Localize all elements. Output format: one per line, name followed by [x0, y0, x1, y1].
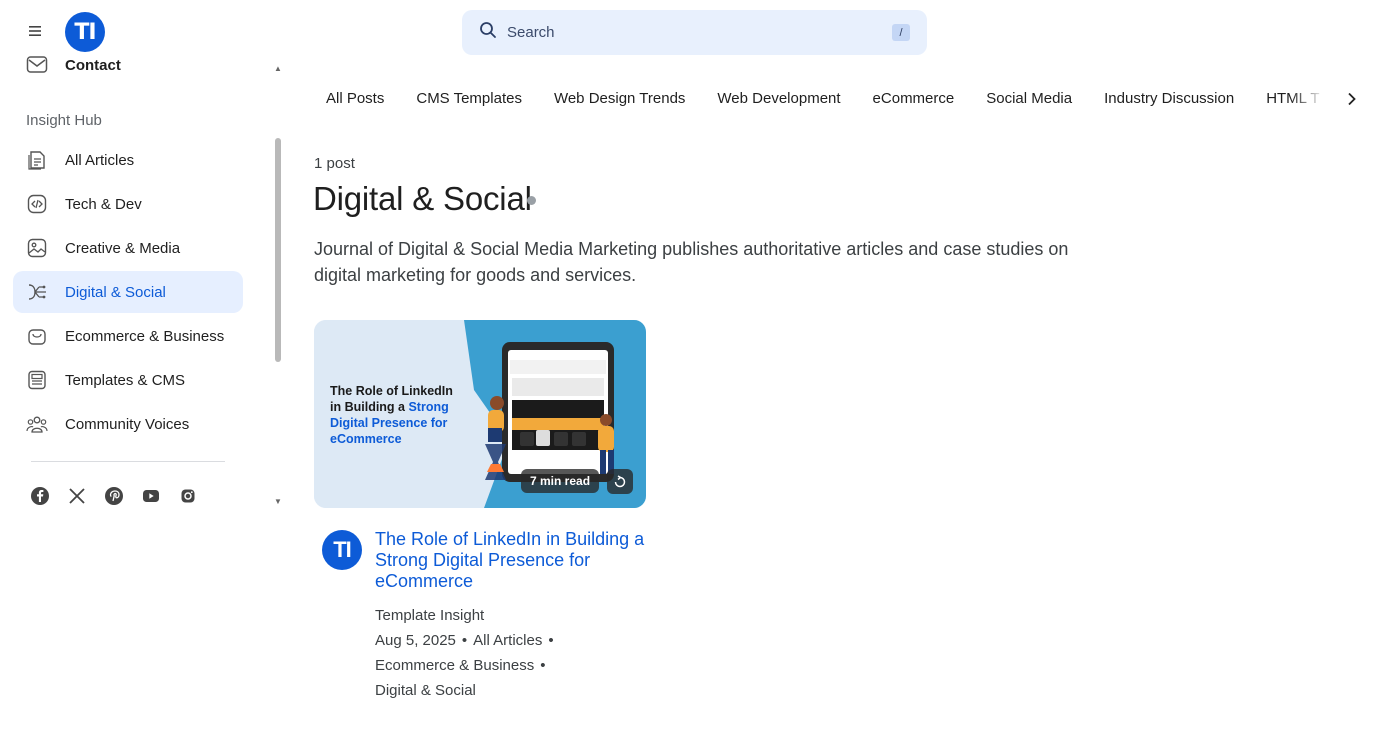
- replay-icon[interactable]: [607, 469, 633, 494]
- post-title-link[interactable]: The Role of LinkedIn in Building a Stron…: [375, 529, 645, 592]
- youtube-icon[interactable]: [140, 485, 162, 507]
- section-heading: Insight Hub: [26, 112, 102, 129]
- logo-text: TI: [74, 19, 96, 45]
- articles-icon: [26, 149, 48, 171]
- sidebar-item-label: Tech & Dev: [65, 195, 142, 213]
- thumbnail-title-line-3: Digital Presence for: [330, 416, 448, 430]
- search-input[interactable]: Search /: [462, 10, 927, 55]
- sidebar-item-label: Digital & Social: [65, 283, 166, 301]
- network-icon: [26, 281, 48, 303]
- search-placeholder: Search: [507, 24, 555, 41]
- post-category-link[interactable]: Digital & Social: [375, 682, 476, 699]
- bag-icon: [26, 325, 48, 347]
- x-icon[interactable]: [66, 485, 88, 507]
- sidebar-item-tech-dev[interactable]: Tech & Dev: [13, 183, 243, 225]
- thumbnail-title-line-1: The Role of LinkedIn: [330, 384, 453, 398]
- sidebar-item-label: Creative & Media: [65, 239, 181, 257]
- post-category-link[interactable]: Ecommerce & Business: [375, 657, 534, 674]
- tab-industry-discussion[interactable]: Industry Discussion: [1088, 86, 1250, 111]
- separator-dot: •: [461, 632, 468, 649]
- sidebar-item-ecommerce-business[interactable]: Ecommerce & Business: [13, 315, 243, 357]
- sidebar-item-digital-social[interactable]: Digital & Social: [13, 271, 243, 313]
- mail-icon: [26, 55, 48, 75]
- separator-dot: •: [548, 632, 554, 649]
- tab-all-posts[interactable]: All Posts: [310, 86, 400, 111]
- search-icon: [479, 21, 497, 44]
- post-meta: Template Insight Aug 5, 2025 • All Article…: [375, 603, 635, 703]
- read-time-badge: 7 min read: [521, 469, 600, 493]
- thumbnail-title-line-2a: in Building a: [330, 400, 408, 414]
- facebook-icon[interactable]: [29, 485, 51, 507]
- category-tabs: All Posts CMS Templates Web Design Trends W…: [310, 86, 1340, 114]
- page-description: Journal of Digital & Social Media Market…: [314, 239, 1069, 285]
- thumbnail-title-line-2b: Strong: [408, 400, 448, 414]
- separator-dot: •: [540, 657, 546, 674]
- sidebar-item-label: Ecommerce & Business: [65, 327, 225, 345]
- instagram-icon[interactable]: [177, 485, 199, 507]
- sidebar: TI Contact Insight Hub All Articles Tech…: [0, 0, 285, 747]
- scrollbar-thumb[interactable]: [275, 138, 281, 362]
- sidebar-item-all-articles[interactable]: All Articles: [13, 139, 243, 181]
- sidebar-item-templates-cms[interactable]: Templates & CMS: [13, 359, 243, 401]
- avatar-text: TI: [333, 537, 352, 562]
- sidebar-item-label: Contact: [65, 56, 121, 74]
- site-logo[interactable]: TI: [65, 12, 105, 52]
- post-category-link[interactable]: All Articles: [473, 632, 542, 649]
- keyboard-shortcut-badge: /: [892, 24, 910, 41]
- tabs-fade: [1290, 86, 1340, 114]
- thumbnail-title-line-4: eCommerce: [330, 432, 402, 446]
- post-count: 1 post: [314, 155, 355, 172]
- pinterest-icon[interactable]: [103, 485, 125, 507]
- tab-social-media[interactable]: Social Media: [970, 86, 1088, 111]
- status-dot: [527, 196, 536, 205]
- code-icon: [26, 193, 48, 215]
- scroll-up-arrow[interactable]: ▲: [274, 64, 282, 73]
- sidebar-item-community-voices[interactable]: Community Voices: [13, 403, 243, 445]
- svg-text:in Building a Strong: in Building a Strong: [330, 400, 449, 414]
- chevron-right-icon[interactable]: [1342, 88, 1362, 110]
- sidebar-item-contact[interactable]: Contact: [26, 52, 121, 78]
- sidebar-divider: [31, 461, 225, 462]
- page-title: Digital & Social: [313, 180, 532, 217]
- tab-cms-templates[interactable]: CMS Templates: [400, 86, 538, 111]
- sidebar-item-label: Community Voices: [65, 415, 190, 433]
- post-date: Aug 5, 2025: [375, 632, 456, 649]
- scroll-down-arrow[interactable]: ▼: [274, 497, 282, 506]
- sidebar-item-label: Templates & CMS: [65, 371, 186, 389]
- avatar[interactable]: TI: [322, 530, 362, 570]
- social-links: [29, 485, 214, 507]
- post-author[interactable]: Template Insight: [375, 603, 635, 628]
- sidebar-item-creative-media[interactable]: Creative & Media: [13, 227, 243, 269]
- tab-web-design-trends[interactable]: Web Design Trends: [538, 86, 701, 111]
- people-icon: [26, 413, 48, 435]
- sidebar-item-label: All Articles: [65, 151, 135, 169]
- menu-icon[interactable]: [28, 24, 46, 40]
- image-icon: [26, 237, 48, 259]
- template-icon: [26, 369, 48, 391]
- tab-web-development[interactable]: Web Development: [701, 86, 856, 111]
- tab-ecommerce[interactable]: eCommerce: [857, 86, 971, 111]
